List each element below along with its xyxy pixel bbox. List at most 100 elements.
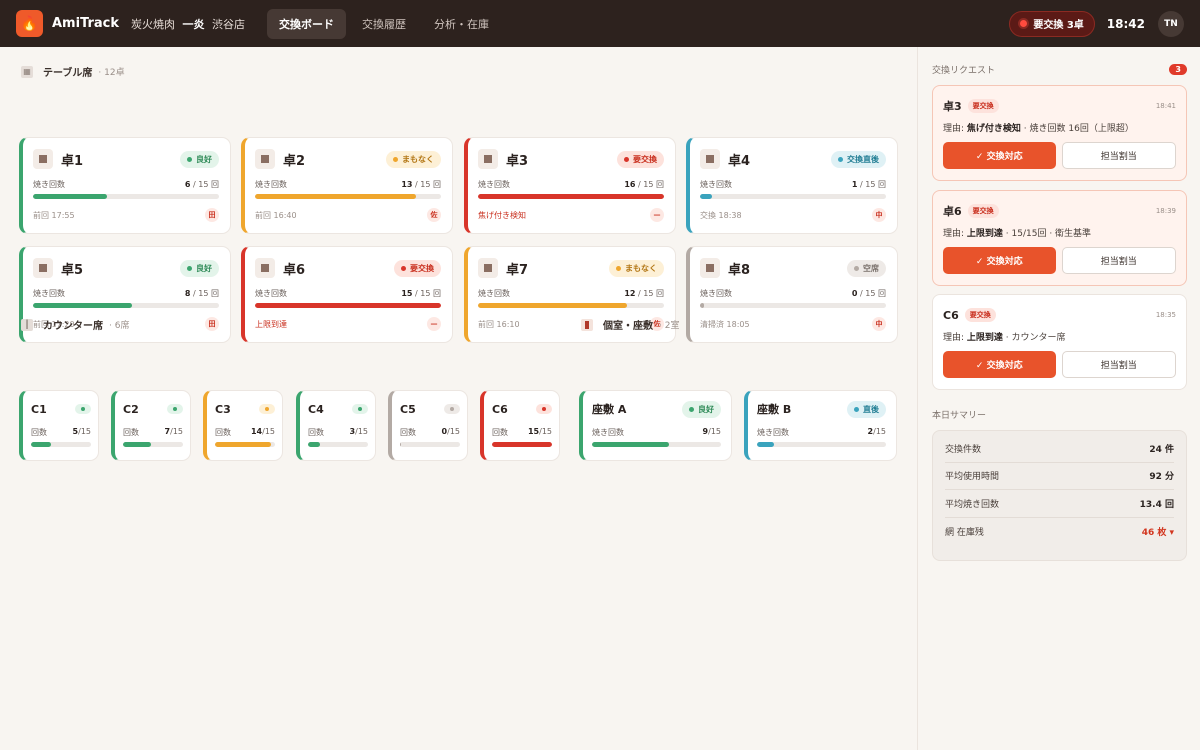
counter-card-header: C1 xyxy=(31,401,91,417)
usage-progress-bar xyxy=(492,442,552,447)
summary-row: 平均使用時間 92 分 xyxy=(945,463,1174,490)
tab-exchange-board[interactable]: 交換ボード xyxy=(267,8,347,39)
status-badge: 要交換 xyxy=(617,150,664,168)
summary-value: 92 分 xyxy=(1149,472,1174,483)
grill-icon xyxy=(478,149,498,169)
usage-max: /15 xyxy=(708,427,721,436)
summary-row: 平均焼き回数 13.4 回 xyxy=(945,490,1174,518)
status-dot-icon xyxy=(259,404,275,414)
table-card-header: 卓3 要交換 xyxy=(478,148,664,170)
exchange-alert-button[interactable]: 要交換 3卓 xyxy=(1009,10,1095,37)
table-card[interactable]: 卓2 まもなく 焼き回数 13 / 15 回前回 16:40 佐 xyxy=(241,137,453,234)
table-card-footer: 前回 17:55 田 xyxy=(33,208,219,222)
table-card[interactable]: 卓6 要交換 焼き回数 15 / 15 回上限到達 — xyxy=(241,246,453,343)
summary-row: 網 在庫残 46 枚 ▾ xyxy=(945,518,1174,546)
table-card[interactable]: 卓3 要交換 焼き回数 16 / 15 回焦げ付き検知 — xyxy=(464,137,676,234)
usage-row: 焼き回数 15 / 15 回 xyxy=(255,288,441,299)
request-status-tag: 要交換 xyxy=(967,204,999,218)
usage-label: 焼き回数 xyxy=(255,180,287,189)
seat-name: C1 xyxy=(31,402,47,416)
status-badge: 要交換 xyxy=(394,259,441,277)
usage-value: 15/15 xyxy=(528,427,552,438)
table-card-footer: 焦げ付き検知 — xyxy=(478,208,664,222)
last-exchange-note: 焦げ付き検知 xyxy=(478,210,526,220)
request-reason: 理由: 上限到達 · カウンター席 xyxy=(943,330,1176,343)
usage-progress-fill xyxy=(215,442,271,447)
usage-progress-bar xyxy=(123,442,183,447)
usage-value: 9/15 xyxy=(703,427,721,438)
request-reason: 理由: 焦げ付き検知 · 焼き回数 16回（上限超） xyxy=(943,121,1176,134)
user-avatar[interactable]: TN xyxy=(1158,10,1184,37)
counter-seat-card[interactable]: C5 回数 0/15 xyxy=(388,390,468,461)
usage-row: 焼き回数 2/15 xyxy=(757,427,886,438)
table-icon: ▦ xyxy=(21,65,33,78)
requests-count-badge: 3 xyxy=(1169,64,1187,75)
alert-dot-icon xyxy=(1020,20,1028,27)
counter-seat-card[interactable]: C2 回数 7/15 xyxy=(111,390,191,461)
usage-label: 焼き回数 xyxy=(700,180,732,189)
table-card[interactable]: 卓1 良好 焼き回数 6 / 15 回前回 17:55 田 xyxy=(19,137,231,234)
usage-value: 1 / 15 回 xyxy=(852,179,886,190)
seat-name: C3 xyxy=(215,402,231,416)
usage-progress-fill xyxy=(308,442,320,447)
last-exchange-note: 前回 16:10 xyxy=(478,319,520,329)
usage-row: 焼き回数 12 / 15 回 xyxy=(478,288,664,299)
table-card-header: 卓2 まもなく xyxy=(255,148,441,170)
assign-staff-button[interactable]: 担当割当 xyxy=(1061,247,1176,274)
usage-count: 14 xyxy=(250,427,263,436)
last-exchange-note: 交換 18:38 xyxy=(700,210,742,220)
status-label: 要交換 xyxy=(410,263,434,273)
status-badge: 空席 xyxy=(847,259,886,277)
usage-value: 7/15 xyxy=(165,427,183,438)
usage-count: 8 xyxy=(184,289,191,298)
usage-max: /15 xyxy=(78,427,91,436)
tab-analytics-inventory[interactable]: 分析・在庫 xyxy=(422,9,501,39)
usage-value: 6 / 15 回 xyxy=(185,179,219,190)
room-card-header: 座敷 B 直後 xyxy=(757,400,886,418)
summary-value[interactable]: 46 枚 ▾ xyxy=(1142,525,1174,538)
seat-name: C2 xyxy=(123,402,139,416)
exchange-confirm-button[interactable]: ✓ 交換対応 xyxy=(943,142,1056,169)
counter-seat-card[interactable]: C1 回数 5/15 xyxy=(19,390,99,461)
table-card-header: 卓1 良好 xyxy=(33,148,219,170)
staff-badge: — xyxy=(650,208,664,222)
request-actions: ✓ 交換対応 担当割当 xyxy=(943,351,1176,378)
status-badge: まもなく xyxy=(609,259,664,277)
private-room-card[interactable]: 座敷 B 直後焼き回数 2/15 xyxy=(744,390,897,461)
last-exchange-note: 清掃済 18:05 xyxy=(700,319,750,329)
usage-label: 焼き回数 xyxy=(478,289,510,298)
staff-badge: 中 xyxy=(872,317,886,331)
assign-staff-button[interactable]: 担当割当 xyxy=(1061,142,1176,169)
table-card[interactable]: 卓4 交換直後 焼き回数 1 / 15 回交換 18:38 中 xyxy=(686,137,898,234)
table-card-footer: 前回 16:40 佐 xyxy=(255,208,441,222)
exchange-confirm-button[interactable]: ✓ 交換対応 xyxy=(943,351,1056,378)
exchange-board: ▦ テーブル席 · 12卓 卓1 良好 焼き回数 6 / 15 回前回 17:55 田卓… xyxy=(0,47,917,750)
usage-max: /15 xyxy=(447,427,460,436)
grill-icon xyxy=(700,149,720,169)
summary-label: 網 在庫残 xyxy=(945,527,984,538)
assign-staff-button[interactable]: 担当割当 xyxy=(1061,351,1176,378)
seat-name: C4 xyxy=(308,402,324,416)
counter-seat-card[interactable]: C3 回数 14/15 xyxy=(203,390,283,461)
usage-value: 15 / 15 回 xyxy=(401,288,441,299)
exchange-confirm-button[interactable]: ✓ 交換対応 xyxy=(943,247,1056,274)
usage-progress-bar xyxy=(700,303,886,308)
table-card[interactable]: 卓8 空席 焼き回数 0 / 15 回清掃済 18:05 中 xyxy=(686,246,898,343)
counter-seat-card[interactable]: C4 回数 3/15 xyxy=(296,390,376,461)
usage-count: 15 xyxy=(527,427,540,436)
request-sidebar: 交換リクエスト 3 卓3 要交換 18:41 理由: 焦げ付き検知 · 焼き回数 16… xyxy=(917,47,1200,750)
private-room-card[interactable]: 座敷 A 良好 焼き回数 9/15 xyxy=(579,390,732,461)
counter-seat-card[interactable]: C6 回数 15/15 xyxy=(480,390,560,461)
request-header: 卓3 要交換 18:41 xyxy=(943,98,1176,114)
table-card-footer: 上限到達 — xyxy=(255,317,441,331)
usage-value: 3/15 xyxy=(350,427,368,438)
exchange-request-card: 卓6 要交換 18:39 理由: 上限到達 · 15/15回 · 衛生基準 ✓ 交換対応… xyxy=(932,190,1187,286)
table-card-header: 卓8 空席 xyxy=(700,257,886,279)
status-label: 空席 xyxy=(863,263,879,273)
counter-card-header: C4 xyxy=(308,401,368,417)
usage-max: /15 xyxy=(355,427,368,436)
reason-detail: · 焼き回数 16回（上限超） xyxy=(1020,124,1134,134)
tab-exchange-history[interactable]: 交換履歴 xyxy=(350,9,418,39)
exchange-request-card: C6 要交換 18:35 理由: 上限到達 · カウンター席 ✓ 交換対応 担当割当 xyxy=(932,294,1187,390)
usage-max: /15 xyxy=(539,427,552,436)
